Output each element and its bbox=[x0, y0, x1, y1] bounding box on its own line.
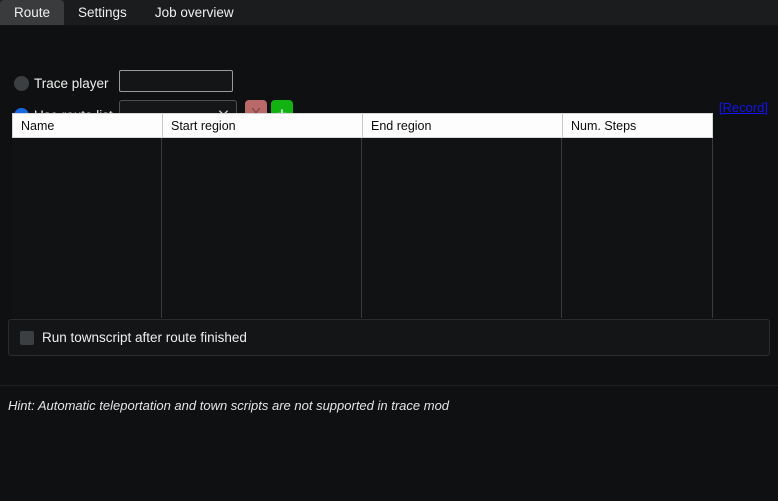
trace-player-label: Trace player bbox=[34, 75, 109, 91]
trace-player-input[interactable] bbox=[119, 70, 233, 92]
column-header-start-region[interactable]: Start region bbox=[163, 114, 363, 137]
column-header-name[interactable]: Name bbox=[13, 114, 163, 137]
column-divider-4 bbox=[712, 138, 713, 318]
tab-job-overview-label: Job overview bbox=[154, 5, 234, 20]
hint-text: Hint: Automatic teleportation and town s… bbox=[8, 398, 450, 413]
record-link[interactable]: [Record] bbox=[719, 100, 768, 115]
trace-player-option[interactable]: Trace player bbox=[14, 70, 109, 96]
column-divider-3 bbox=[561, 138, 562, 318]
route-table-body[interactable] bbox=[12, 138, 713, 318]
tab-settings[interactable]: Settings bbox=[64, 0, 141, 25]
tab-route[interactable]: Route bbox=[0, 0, 65, 25]
mode-controls: Trace player Use route list X + [Record] bbox=[0, 26, 778, 126]
route-table-header: Name Start region End region Num. Steps bbox=[12, 113, 713, 138]
run-townscript-label: Run townscript after route finished bbox=[42, 330, 247, 345]
tab-bar: Route Settings Job overview bbox=[0, 0, 778, 26]
radio-trace-player[interactable] bbox=[14, 75, 29, 91]
tab-job-overview[interactable]: Job overview bbox=[141, 0, 248, 25]
route-table: Name Start region End region Num. Steps bbox=[12, 113, 713, 318]
column-header-num-steps[interactable]: Num. Steps bbox=[563, 114, 712, 137]
column-header-end-region[interactable]: End region bbox=[363, 114, 563, 137]
run-townscript-checkbox[interactable] bbox=[20, 330, 34, 345]
run-townscript-panel[interactable]: Run townscript after route finished bbox=[8, 319, 770, 356]
footer-divider bbox=[0, 385, 778, 386]
tab-route-label: Route bbox=[14, 5, 51, 20]
column-divider-1 bbox=[161, 138, 162, 318]
tab-settings-label: Settings bbox=[78, 5, 127, 20]
column-divider-2 bbox=[361, 138, 362, 318]
